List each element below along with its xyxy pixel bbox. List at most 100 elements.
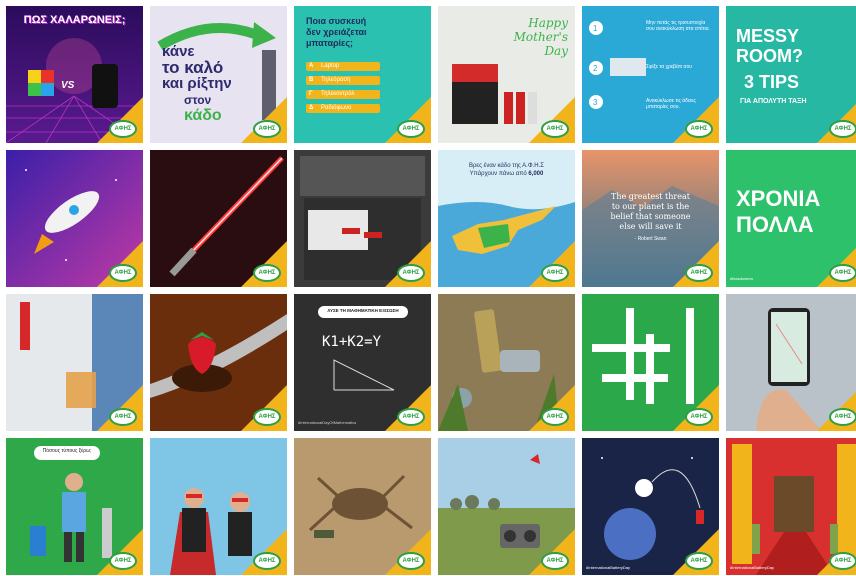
afis-logo: ΑΦΗΣ xyxy=(253,408,281,426)
afis-logo: ΑΦΗΣ xyxy=(109,264,137,282)
greeting-line: Day xyxy=(544,44,568,58)
afis-logo: ΑΦΗΣ xyxy=(109,120,137,138)
afis-logo: ΑΦΗΣ xyxy=(541,120,569,138)
afis-logo: ΑΦΗΣ xyxy=(253,120,281,138)
tile-bin[interactable]: κάνε το καλό και ρίξτην στον κάδο ΑΦΗΣ xyxy=(150,6,287,143)
greeting-line: ΠΟΛΛΑ xyxy=(736,212,814,237)
tips-label: 3 TIPS xyxy=(744,72,800,92)
tile-drawer[interactable]: ΑΦΗΣ xyxy=(294,150,431,287)
afis-logo: ΑΦΗΣ xyxy=(829,120,856,138)
greeting-line: ΧΡΟΝΙΑ xyxy=(736,186,821,211)
tile-tag: #feasdostem xyxy=(730,276,753,281)
planet-icon xyxy=(604,508,656,560)
svg-text:1: 1 xyxy=(593,24,598,33)
option-label: Τηλεκοντρόλ xyxy=(321,91,355,97)
tile-hashtag: #InternationalDayOfMathematics xyxy=(298,420,357,425)
tile-batteries[interactable]: ΑΦΗΣ xyxy=(438,294,575,431)
afis-logo: ΑΦΗΣ xyxy=(253,264,281,282)
tile-hashtag: #InternationalBatteryDay xyxy=(586,565,631,570)
glass-icon xyxy=(66,372,96,408)
afis-logo: ΑΦΗΣ xyxy=(685,264,713,282)
throne-icon xyxy=(774,476,814,532)
tile-character[interactable]: Πόσους τύπους ξέρω; ΑΦΗΣ xyxy=(6,438,143,575)
tile-title: ΠΩΣ ΧΑΛΑΡΩΝΕΙΣ; xyxy=(23,14,126,26)
tile-crab[interactable]: ΑΦΗΣ xyxy=(294,438,431,575)
option-label: Τηλεόραση xyxy=(321,77,351,83)
tile-lightsaber[interactable]: ΑΦΗΣ xyxy=(150,150,287,287)
map-screen-icon xyxy=(771,312,807,382)
greeting-line: Mother's xyxy=(513,30,568,44)
afis-logo: ΑΦΗΣ xyxy=(541,408,569,426)
afis-logo: ΑΦΗΣ xyxy=(397,120,425,138)
tile-map[interactable]: Βρες έναν κάδο της Α.Φ.Η.Σ Υπάρχουν πάνω… xyxy=(438,150,575,287)
tile-heroes[interactable]: ΑΦΗΣ xyxy=(150,438,287,575)
slogan-line: και ρίξτην xyxy=(162,75,232,92)
caption-line: Βρες έναν κάδο της Α.Φ.Η.Σ xyxy=(469,163,544,169)
tile-throne[interactable]: #InternationalBatteryDay ΑΦΗΣ xyxy=(726,438,856,575)
svg-text:2: 2 xyxy=(593,64,598,73)
question-line: δεν χρειάζεται xyxy=(306,27,367,37)
battery-icon xyxy=(20,302,30,350)
quote-line: belief that someone xyxy=(610,212,691,221)
afis-logo: ΑΦΗΣ xyxy=(829,552,856,570)
quiz-option[interactable]: A Laptop xyxy=(306,62,380,71)
vs-label: VS xyxy=(61,80,75,91)
quiz-option[interactable]: Γ Τηλεκοντρόλ xyxy=(306,90,380,99)
subtitle: ΓΙΑ ΑΠΟΛΥΤΗ ΤΑΞΗ xyxy=(740,98,807,105)
hand-icon xyxy=(756,389,822,431)
quiz-question: Ποια συσκευή δεν χρειάζεται μπαταρίες; xyxy=(306,16,367,49)
quote-line: else will save it xyxy=(619,222,682,231)
tile-steps[interactable]: 1 2 3 Μην πετάς τις τρισυστοιχία σου ανα… xyxy=(582,6,719,143)
tile-mothers-day[interactable]: Happy Mother's Day ΑΦΗΣ xyxy=(438,6,575,143)
bin-count: 6,000 xyxy=(528,171,544,177)
quote-line: The greatest threat xyxy=(611,192,690,201)
quiz-option[interactable]: B Τηλεόραση xyxy=(306,76,380,85)
title-line: ROOM? xyxy=(736,46,803,66)
tile-quote[interactable]: The greatest threat to our planet is the… xyxy=(582,150,719,287)
afis-logo: ΑΦΗΣ xyxy=(829,264,856,282)
svg-text:3: 3 xyxy=(593,98,598,107)
option-label: Laptop xyxy=(321,63,340,69)
tile-rocket[interactable]: ΑΦΗΣ xyxy=(6,150,143,287)
bin-icon xyxy=(30,526,46,556)
title-line: MESSY xyxy=(736,26,800,46)
afis-logo: ΑΦΗΣ xyxy=(397,552,425,570)
afis-logo: ΑΦΗΣ xyxy=(685,408,713,426)
board-header: ΛΥΣΕ ΤΗ ΜΑΘΗΜΑΤΙΚΗ ΕΞΙΣΩΣΗ xyxy=(327,308,399,313)
step-text: Μην πετάς τις τρισυστοιχία σου ανακύκλωσ… xyxy=(646,20,710,32)
tile-astronaut[interactable]: #InternationalBatteryDay ΑΦΗΣ xyxy=(582,438,719,575)
tile-crossword[interactable]: ΑΦΗΣ xyxy=(582,294,719,431)
tile-radio[interactable]: ΑΦΗΣ xyxy=(438,438,575,575)
option-key: Γ xyxy=(309,91,313,97)
option-label: Ραδιόφωνο xyxy=(321,105,352,111)
afis-logo: ΑΦΗΣ xyxy=(397,408,425,426)
tile-relax[interactable]: ΠΩΣ ΧΑΛΑΡΩΝΕΙΣ; VS ΑΦΗΣ xyxy=(6,6,143,143)
quiz-option[interactable]: Δ Ραδιόφωνο xyxy=(306,104,380,113)
crab-icon xyxy=(332,488,388,520)
quote-text: The greatest threat to our planet is the… xyxy=(588,192,713,232)
tile-math[interactable]: ΛΥΣΕ ΤΗ ΜΑΘΗΜΑΤΙΚΗ ΕΞΙΣΩΣΗ K1+K2=Y #Inte… xyxy=(294,294,431,431)
afis-logo: ΑΦΗΣ xyxy=(109,552,137,570)
tile-greetings[interactable]: ΧΡΟΝΙΑ ΠΟΛΛΑ #feasdostem ΑΦΗΣ xyxy=(726,150,856,287)
afis-logo: ΑΦΗΣ xyxy=(541,264,569,282)
greeting-line: Happy xyxy=(528,16,568,30)
battery-icon xyxy=(696,510,704,524)
quote-line: to our planet is the xyxy=(611,202,690,211)
formula: K1+K2=Y xyxy=(322,334,382,350)
option-key: Δ xyxy=(309,105,314,111)
step-text: Σφίξε τα χρεβάτι σου xyxy=(646,64,693,70)
image-grid: ΠΩΣ ΧΑΛΑΡΩΝΕΙΣ; VS ΑΦΗΣ κάνε το καλό και… xyxy=(6,6,856,575)
person-icon xyxy=(62,492,86,532)
tile-messy-room[interactable]: MESSY ROOM? 3 TIPS ΓΙΑ ΑΠΟΛΥΤΗ ΤΑΞΗ ΑΦΗΣ xyxy=(726,6,856,143)
option-key: A xyxy=(309,63,314,69)
afis-logo: ΑΦΗΣ xyxy=(541,552,569,570)
afis-logo: ΑΦΗΣ xyxy=(109,408,137,426)
battery-icon xyxy=(314,530,334,538)
slogan-line: το καλό xyxy=(162,58,224,77)
tile-phone[interactable]: ΑΦΗΣ xyxy=(726,294,856,431)
greeting: Happy Mother's Day xyxy=(496,16,568,58)
tile-quiz[interactable]: Ποια συσκευή δεν χρειάζεται μπαταρίες; A… xyxy=(294,6,431,143)
rubiks-cube-icon xyxy=(28,70,54,96)
tile-strawberry[interactable]: ΑΦΗΣ xyxy=(150,294,287,431)
tile-juice[interactable]: ΑΦΗΣ xyxy=(6,294,143,431)
